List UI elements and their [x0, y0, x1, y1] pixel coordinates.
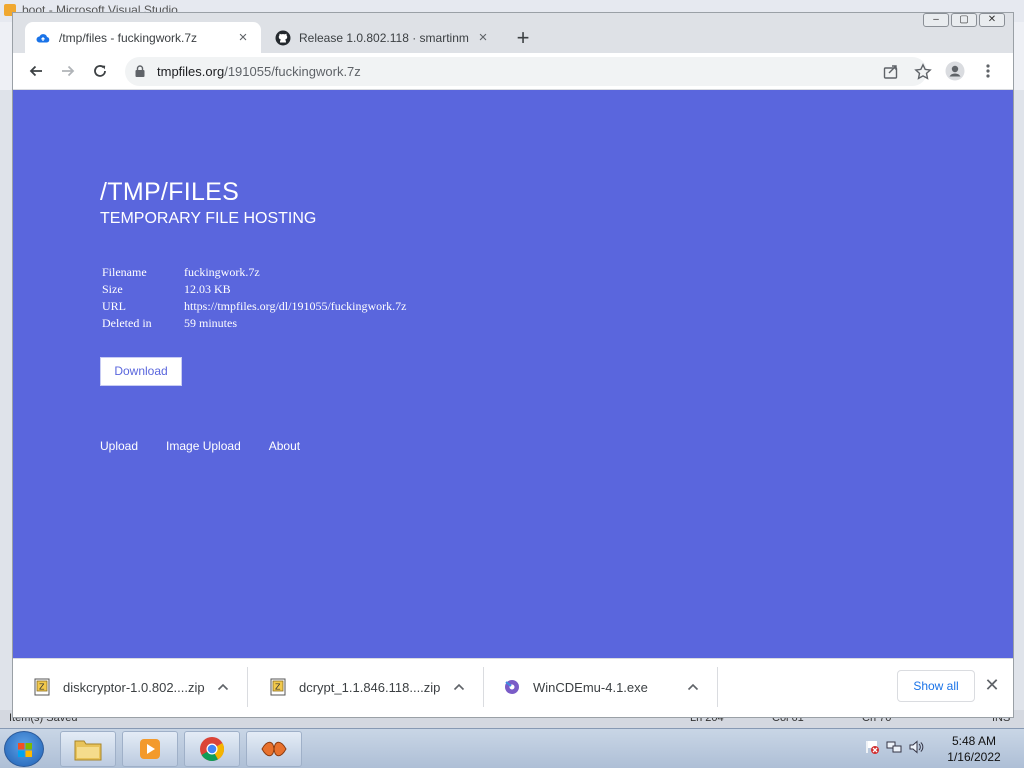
browser-window: /tmp/files - fuckingwork.7z × Release 1.…: [12, 12, 1014, 718]
clock[interactable]: 5:48 AM 1/16/2022: [928, 733, 1020, 765]
clock-date: 1/16/2022: [947, 750, 1001, 764]
share-icon[interactable]: [881, 62, 901, 82]
arrow-right-icon: [62, 65, 75, 77]
window-controls: – ▢ ✕: [923, 13, 1005, 27]
info-value: 59 minutes: [184, 316, 237, 330]
menu-button[interactable]: [976, 59, 1000, 83]
avatar-icon: [945, 61, 965, 81]
page-title: /TMP/FILES: [100, 178, 240, 206]
download-filename: dcrypt_1.1.846.118....zip: [299, 679, 441, 695]
system-tray: [864, 739, 924, 755]
bookmark-star-icon[interactable]: [913, 62, 933, 82]
svg-text:Z: Z: [39, 683, 45, 692]
clock-time: 5:48 AM: [951, 734, 997, 748]
page-subtitle: TEMPORARY FILE HOSTING: [100, 210, 317, 227]
arrow-left-icon: [29, 65, 42, 77]
tab-close-icon[interactable]: ×: [475, 29, 491, 46]
download-shelf: Z diskcryptor-1.0.802....zip Z dcrypt_1.…: [13, 658, 1013, 717]
taskbar-visual-studio[interactable]: [246, 731, 302, 767]
footer-links: Upload Image Upload About: [100, 439, 328, 453]
address-bar[interactable]: tmpfiles.org/191055/fuckingwork.7z: [125, 57, 932, 86]
chevron-up-icon[interactable]: [685, 679, 701, 695]
info-row-deleted-in: Deleted in 59 minutes: [102, 316, 406, 333]
info-row-size: Size 12.03 KB: [102, 282, 406, 299]
download-filename: WinCDEmu-4.1.exe: [533, 679, 648, 695]
info-key: Filename: [102, 265, 147, 279]
visual-studio-icon: [261, 741, 287, 757]
more-vertical-icon: [986, 64, 990, 78]
cloud-upload-icon: [35, 30, 51, 46]
address-url: tmpfiles.org/191055/fuckingwork.7z: [157, 64, 361, 79]
windows-logo-icon: [18, 743, 32, 757]
profile-button[interactable]: [943, 59, 967, 83]
page-content: /TMP/FILES TEMPORARY FILE HOSTING Filena…: [13, 90, 1013, 658]
tab-strip: /tmp/files - fuckingwork.7z × Release 1.…: [13, 13, 1013, 53]
action-center-icon[interactable]: [864, 739, 880, 755]
reload-icon: [94, 65, 106, 77]
download-button[interactable]: Download: [100, 357, 182, 386]
close-shelf-icon[interactable]: ✕: [983, 676, 1001, 694]
forward-button[interactable]: [56, 59, 80, 83]
maximize-button[interactable]: ▢: [951, 13, 977, 27]
github-icon: [275, 30, 291, 46]
info-row-url: URL https://tmpfiles.org/dl/191055/fucki…: [102, 299, 406, 316]
start-button[interactable]: [4, 731, 44, 767]
zip-file-icon: Z: [34, 678, 50, 696]
taskbar-explorer[interactable]: [60, 731, 116, 767]
tab-github-release[interactable]: Release 1.0.802.118 · smartinm/d ×: [265, 22, 501, 53]
volume-icon[interactable]: [908, 739, 924, 755]
about-link[interactable]: About: [269, 439, 300, 453]
taskbar: 5:48 AM 1/16/2022: [0, 728, 1024, 768]
media-player-icon: [140, 739, 160, 759]
chevron-up-icon[interactable]: [451, 679, 467, 695]
reload-button[interactable]: [88, 59, 112, 83]
taskbar-chrome[interactable]: [184, 731, 240, 767]
new-tab-button[interactable]: +: [511, 27, 535, 51]
download-item[interactable]: Z dcrypt_1.1.846.118....zip: [249, 667, 484, 707]
download-item[interactable]: WinCDEmu-4.1.exe: [483, 667, 718, 707]
folder-icon: [74, 740, 102, 761]
chevron-up-icon[interactable]: [215, 679, 231, 695]
download-filename: diskcryptor-1.0.802....zip: [63, 679, 205, 695]
zip-file-icon: Z: [270, 678, 286, 696]
info-value: https://tmpfiles.org/dl/191055/fuckingwo…: [184, 299, 407, 313]
back-button[interactable]: [24, 59, 48, 83]
exe-file-icon: [505, 680, 519, 694]
tab-title: Release 1.0.802.118 · smartinm/d: [299, 30, 469, 45]
taskbar-media-player[interactable]: [122, 731, 178, 767]
info-key: URL: [102, 299, 126, 313]
info-value: fuckingwork.7z: [184, 265, 260, 279]
info-row-filename: Filename fuckingwork.7z: [102, 265, 406, 282]
close-window-button[interactable]: ✕: [979, 13, 1005, 27]
chrome-icon: [200, 737, 225, 762]
lock-icon: [135, 65, 145, 77]
tab-tmpfiles[interactable]: /tmp/files - fuckingwork.7z ×: [25, 22, 261, 53]
browser-toolbar: tmpfiles.org/191055/fuckingwork.7z: [13, 53, 1013, 90]
tab-title: /tmp/files - fuckingwork.7z: [59, 30, 198, 45]
svg-text:Z: Z: [275, 683, 281, 692]
info-key: Deleted in: [102, 316, 152, 330]
file-info-table: Filename fuckingwork.7z Size 12.03 KB UR…: [102, 265, 406, 333]
info-value: 12.03 KB: [184, 282, 231, 296]
network-icon[interactable]: [886, 739, 902, 755]
image-upload-link[interactable]: Image Upload: [166, 439, 241, 453]
tab-close-icon[interactable]: ×: [235, 29, 251, 46]
info-key: Size: [102, 282, 123, 296]
download-item[interactable]: Z diskcryptor-1.0.802....zip: [13, 667, 248, 707]
minimize-button[interactable]: –: [923, 13, 949, 27]
show-all-button[interactable]: Show all: [897, 670, 975, 702]
upload-link[interactable]: Upload: [100, 439, 138, 453]
